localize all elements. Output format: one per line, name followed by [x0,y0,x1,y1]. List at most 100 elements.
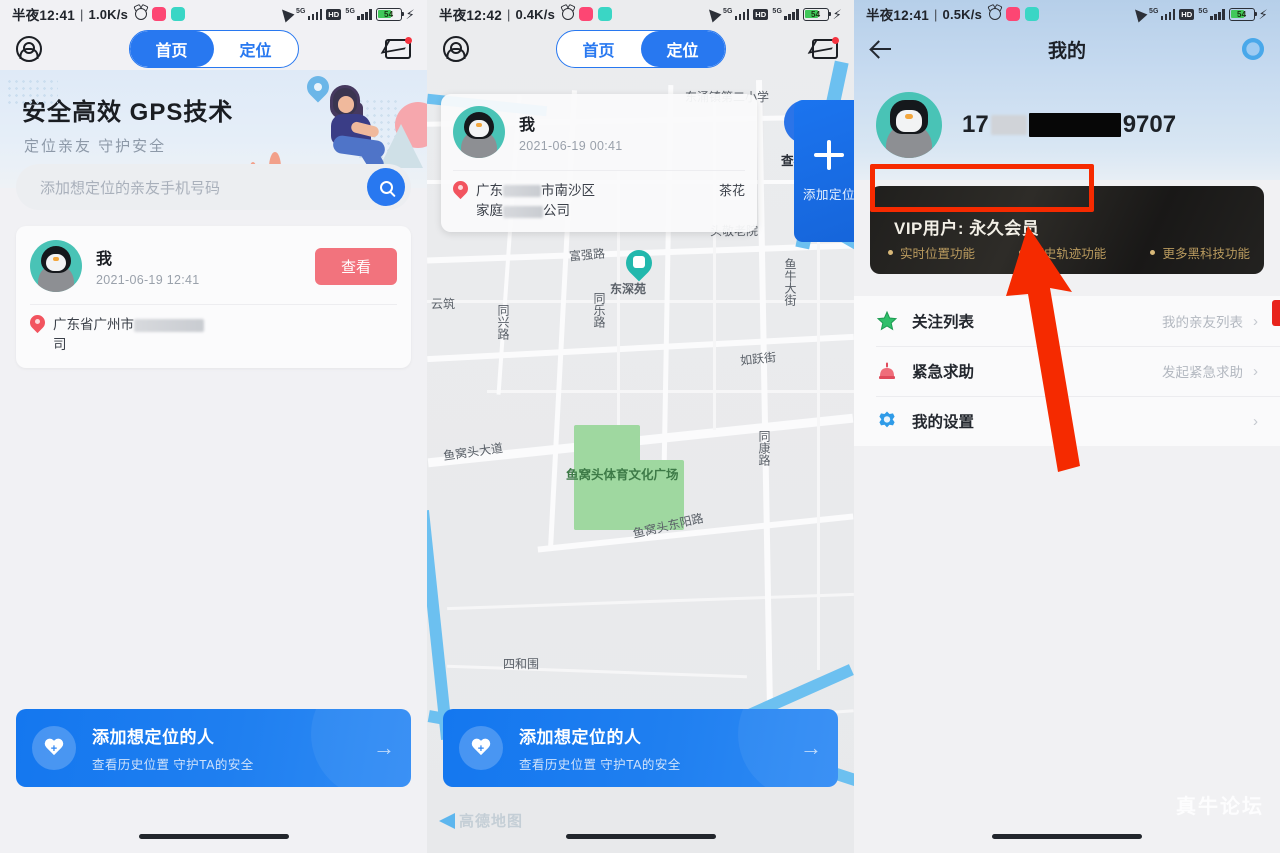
map-address-text: 广东 市南沙区 家庭 公司 [476,181,719,222]
cta-subtitle-1: 查看历史位置 守护TA的安全 [92,758,254,772]
search-input[interactable]: 添加想定位的亲友手机号码 [16,164,411,210]
home-indicator-2[interactable] [565,834,716,839]
status-separator: | [79,6,84,22]
map-card-top: 我 2021-06-19 00:41 [453,106,745,158]
top-nav-1: 首页 定位 [0,28,427,70]
map-card-divider [453,170,745,171]
status-bar-2: 半夜12:42 | 0.4K/s 5G HD 5G 54 ⚡ [427,0,854,28]
mail-badge-dot [405,37,412,44]
address-prefix: 广东省广州市 [53,317,134,332]
tab-home-1[interactable]: 首页 [129,31,214,67]
red-side-tab[interactable] [1272,300,1280,326]
add-person-cta-1[interactable]: + 添加想定位的人 查看历史位置 守护TA的安全 → [16,709,411,787]
user-circle-icon[interactable] [443,36,469,62]
tab-locate-2[interactable]: 定位 [640,31,725,67]
app-badge-pink-icon [1006,7,1021,21]
status-netspeed-2: 0.4K/s [515,6,556,22]
battery-level: 54 [811,9,821,19]
user-circle-icon[interactable] [16,36,42,62]
profile-menu: 关注列表 我的亲友列表 › 紧急求助 发起紧急求助 › 我的设置 › [854,296,1280,446]
battery-level: 54 [384,9,394,19]
search-icon [379,180,393,194]
vip-card[interactable]: VIP用户: 永久会员 实时位置功能 历史轨迹功能 更多黑科技功能 [870,186,1264,274]
app-badge-teal-icon [598,7,613,21]
amap-logo-icon [439,812,455,829]
menu-item-settings[interactable]: 我的设置 › [854,396,1280,446]
profile-header-bg: 半夜12:41 | 0.5K/s 5G HD 5G 54 ⚡ 我的 [854,0,1280,70]
status-separator-2: | [506,6,511,22]
status-bar-3: 半夜12:41 | 0.5K/s 5G HD 5G 54 ⚡ [854,0,1280,28]
home-indicator-1[interactable] [138,834,289,839]
road-h6 [487,390,854,393]
add-location-button[interactable]: 添加定位 [794,100,854,242]
tab-locate-1[interactable]: 定位 [214,31,298,67]
status-left-3: 半夜12:41 | 0.5K/s [866,4,1040,24]
charging-icon: ⚡ [1258,6,1268,22]
status-time-3: 半夜12:41 [866,8,929,23]
vip-title: VIP用户: 永久会员 [894,219,1040,238]
location-arrow-icon [277,5,295,23]
map-marker-icon[interactable] [620,244,658,282]
chevron-right-icon: › [1253,412,1258,430]
alarm-icon [989,8,1002,20]
view-button[interactable]: 查看 [314,247,397,285]
cta-arrow-icon-2: → [800,735,822,760]
status-netspeed-3: 0.5K/s [942,6,983,22]
home-indicator-3[interactable] [992,834,1142,839]
map-addr-tag: 茶花 [718,183,745,198]
contact-card-top: 我 2021-06-19 12:41 查看 [30,240,397,292]
status-right-2: 5G HD 5G 54 ⚡ [704,5,842,23]
avatar[interactable] [876,92,942,158]
top-nav-2: 首页 定位 [427,28,854,70]
panel-home: 半夜12:41 | 1.0K/s 5G HD 5G 54 ⚡ 首页 定位 安全高… [0,0,427,853]
tab-home-2[interactable]: 首页 [556,31,640,67]
map-contact-time: 2021-06-19 00:41 [519,139,623,153]
back-arrow-icon[interactable] [870,38,892,60]
mail-icon[interactable] [812,37,839,59]
location-pin-icon [449,177,472,200]
menu-label-1: 紧急求助 [912,364,975,381]
app-badge-teal-icon [1025,7,1040,21]
search-area: 添加想定位的亲友手机号码 [16,164,411,210]
status-time: 半夜12:41 [12,8,75,23]
status-left: 半夜12:41 | 1.0K/s [12,4,186,24]
card-divider [30,304,397,305]
signal-5g-label-2: 5G [772,7,783,15]
signal-5g-label-1: 5G [722,7,733,15]
menu-value-1: 发起紧急求助 [1162,365,1243,380]
add-person-cta-2[interactable]: + 添加想定位的人 查看历史位置 守护TA的安全 → [443,709,838,787]
signal-bars-icon-2 [357,8,372,20]
gear-icon[interactable] [1242,38,1264,60]
address-suffix: 司 [53,337,67,353]
contact-info: 我 2021-06-19 12:41 [96,245,315,287]
vip-feature-label-2: 更多黑科技功能 [1162,247,1250,261]
heart-plus-icon: + [32,726,76,770]
location-pin-icon [26,311,49,334]
hd-icon: HD [1179,8,1195,20]
cta-subtitle-2: 查看历史位置 守护TA的安全 [519,758,681,772]
search-button[interactable] [367,168,405,206]
heart-plus-icon: + [459,726,503,770]
cta-title-2: 添加想定位的人 [519,728,642,747]
menu-item-follow-list[interactable]: 关注列表 我的亲友列表 › [854,296,1280,346]
address-text: 广东省广州市 司 [53,315,204,356]
cta-title-1: 添加想定位的人 [92,728,215,747]
status-time-2: 半夜12:42 [439,8,502,23]
status-right: 5G HD 5G 54 ⚡ [277,5,415,23]
panel-map: 东涌镇第二小学 头敬老院 富强路 东深苑 云筑 同兴路 同乐路 鱼牛大街 如跃街… [427,0,854,853]
profile-phone: 17 9707 [962,111,1176,139]
signal-bars-icon-1 [307,8,323,20]
hd-icon: HD [326,8,342,20]
status-left-2: 半夜12:42 | 0.4K/s [439,4,613,24]
status-netspeed: 1.0K/s [88,6,129,22]
menu-item-emergency[interactable]: 紧急求助 发起紧急求助 › [854,346,1280,396]
location-arrow-icon [704,5,722,23]
menu-value-0: 我的亲友列表 [1162,315,1243,330]
segmented-tabs-1: 首页 定位 [128,30,299,68]
mail-icon[interactable] [385,37,412,59]
avatar [453,106,505,158]
contact-card[interactable]: 我 2021-06-19 12:41 查看 广东省广州市 司 [16,226,411,368]
map-contact-card[interactable]: 我 2021-06-19 00:41 广东 市南沙区 家庭 公司 茶花 [441,94,757,232]
map-contact-address: 广东 市南沙区 家庭 公司 茶花 [449,177,745,222]
map-contact-info: 我 2021-06-19 00:41 [519,111,745,153]
